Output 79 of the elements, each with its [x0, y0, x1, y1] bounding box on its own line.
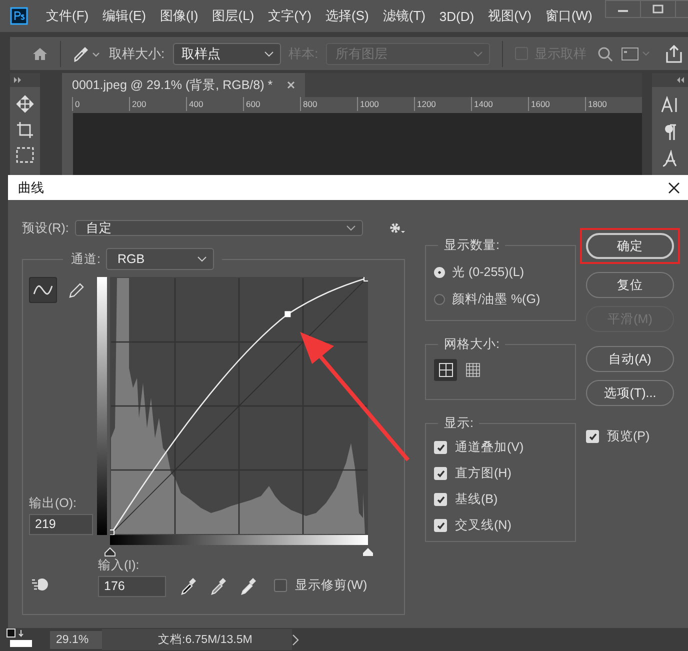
sample-size-label: 取样大小:	[109, 44, 165, 62]
document-tab[interactable]: 0001.jpeg @ 29.1% (背景, RGB/8) *	[62, 73, 305, 97]
channel-label: 通道:	[71, 250, 100, 268]
output-field[interactable]: 219	[29, 514, 93, 535]
show-option-checkbox[interactable]: 直方图(H)	[434, 465, 575, 482]
dialog-button[interactable]: 复位	[586, 272, 674, 298]
maximize-icon	[652, 4, 664, 14]
highlight-eyedropper-icon[interactable]	[240, 577, 256, 595]
glyphs-panel-icon[interactable]	[661, 150, 679, 168]
expand-icon[interactable]	[14, 77, 22, 83]
minimize-button[interactable]	[605, 0, 642, 18]
menu-item[interactable]: 图像(I)	[160, 7, 198, 25]
input-label: 输入(I):	[98, 557, 140, 574]
channel-dropdown[interactable]: RGB	[106, 248, 214, 270]
menu-item[interactable]: 编辑(E)	[102, 7, 146, 25]
dialog-button[interactable]: 确定	[586, 233, 674, 259]
highlight-input-slider[interactable]	[362, 547, 374, 557]
show-option-checkbox[interactable]: 基线(B)	[434, 491, 575, 508]
dialog-title: 曲线	[18, 178, 44, 196]
menu-item[interactable]: 滤镜(T)	[382, 7, 426, 25]
show-option-checkbox[interactable]: 通道叠加(V)	[434, 439, 575, 456]
character-panel-icon[interactable]	[661, 96, 679, 114]
caret-icon	[264, 50, 274, 56]
preview-checkbox[interactable]: 预览(P)	[586, 428, 686, 445]
preset-label: 预设(R):	[22, 220, 69, 236]
shadow-eyedropper-icon[interactable]	[180, 577, 196, 595]
settings-icon[interactable]	[388, 222, 405, 234]
radio-option[interactable]: 光 (0-255)(L)	[434, 264, 575, 281]
radio-option[interactable]: 颜料/油墨 %(G)	[434, 291, 575, 308]
show-clipping-checkbox[interactable]: 显示修剪(W)	[274, 577, 368, 594]
show-option-checkbox[interactable]: 交叉线(N)	[434, 517, 575, 534]
marquee-tool-icon[interactable]	[16, 147, 34, 163]
artboard-tool-icon[interactable]	[16, 121, 34, 139]
workspace-icon[interactable]	[621, 46, 652, 60]
zoom-level[interactable]: 29.1%	[50, 630, 102, 648]
checkmark-icon	[436, 468, 446, 478]
checkmark-icon	[436, 494, 446, 504]
curve-icon	[33, 284, 53, 296]
menu-item[interactable]: 图层(L)	[212, 7, 254, 25]
pencil-icon	[69, 282, 85, 298]
curve-tool-button[interactable]	[29, 277, 57, 303]
midtone-eyedropper-icon[interactable]	[210, 577, 226, 595]
checkmark-icon	[588, 432, 598, 442]
menu-item[interactable]: 文件(F)	[46, 7, 89, 25]
caret-icon	[473, 50, 484, 56]
caret-icon	[197, 256, 208, 262]
home-icon[interactable]	[32, 46, 48, 60]
menu-item[interactable]: 文字(Y)	[268, 7, 312, 25]
menu-item[interactable]: 视图(V)	[488, 7, 532, 25]
close-icon[interactable]	[668, 182, 680, 194]
chevron-right-icon[interactable]	[292, 634, 300, 646]
grid-size-title: 网格大小:	[438, 336, 506, 353]
show-title: 显示:	[438, 415, 480, 432]
input-field[interactable]: 176	[98, 576, 166, 597]
preset-dropdown[interactable]: 自定	[74, 220, 363, 236]
output-label: 输出(O):	[29, 495, 78, 512]
paragraph-panel-icon[interactable]	[663, 123, 677, 141]
caret-icon	[346, 225, 356, 231]
simple-grid-button[interactable]	[434, 359, 457, 381]
checkmark-icon	[436, 520, 446, 530]
collapse-icon[interactable]	[676, 77, 684, 83]
app-logo-icon[interactable]	[10, 6, 28, 26]
dialog-button[interactable]: 自动(A)	[586, 346, 674, 372]
display-amount-title: 显示数量:	[438, 237, 506, 254]
menu-item[interactable]: 选择(S)	[325, 7, 369, 25]
dialog-button[interactable]: 选项(T)...	[586, 380, 674, 406]
curve-graph-drawing[interactable]	[110, 277, 368, 535]
menu-item[interactable]: 窗口(W)	[545, 7, 592, 25]
sample-size-dropdown[interactable]: 取样点	[172, 42, 281, 64]
shadow-input-slider[interactable]	[104, 547, 116, 557]
search-icon[interactable]	[597, 46, 614, 62]
menu-item[interactable]: 3D(D)	[439, 8, 474, 24]
checkmark-icon	[436, 442, 446, 452]
eyedropper-icon[interactable]	[73, 46, 101, 62]
grid-icon	[438, 363, 452, 377]
fine-grid-icon	[466, 363, 480, 377]
share-icon[interactable]	[665, 44, 684, 62]
document-size: 文档:6.75M/13.5M	[102, 629, 292, 650]
maximize-button[interactable]	[640, 0, 676, 18]
